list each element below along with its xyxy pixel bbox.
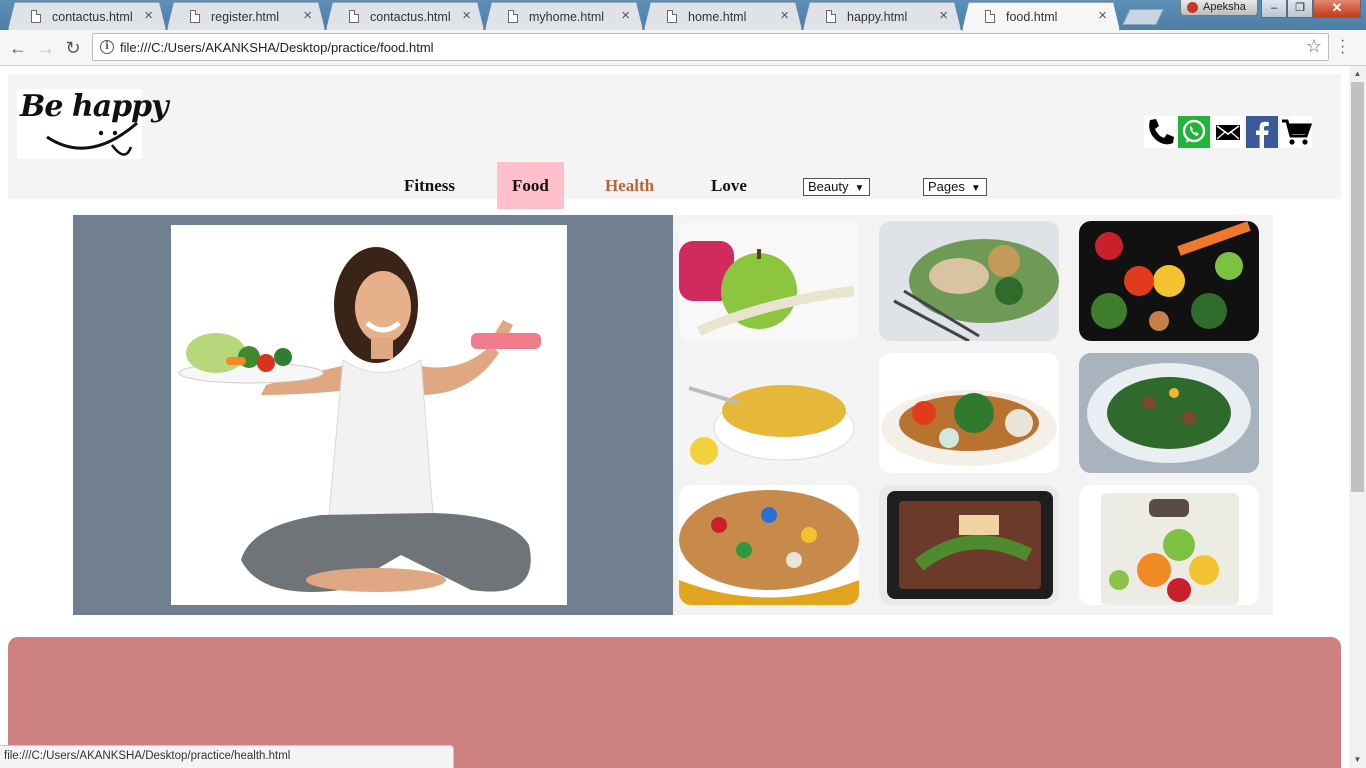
cart-icon[interactable] xyxy=(1280,116,1312,148)
tab-title: contactus.html xyxy=(370,10,451,24)
gallery-image-greens-plate[interactable] xyxy=(1079,353,1259,473)
close-window-button[interactable]: ✕ xyxy=(1313,0,1361,18)
new-tab-button[interactable] xyxy=(1122,9,1164,25)
maximize-button[interactable]: ❐ xyxy=(1287,0,1313,18)
tab-title: home.html xyxy=(688,10,747,24)
nav-fitness[interactable]: Fitness xyxy=(389,162,470,209)
file-icon xyxy=(349,10,359,23)
vegetable-soup-image xyxy=(879,353,1059,473)
scroll-up-icon[interactable]: ▲ xyxy=(1349,66,1366,82)
browser-tabstrip: contactus.html × register.html × contact… xyxy=(0,0,1366,30)
facebook-icon[interactable] xyxy=(1246,116,1278,148)
tab-close-icon[interactable]: × xyxy=(462,8,471,23)
browser-tab[interactable]: contactus.html × xyxy=(8,2,166,30)
page-viewport: Be happy Fitness Food Health Love Beauty… xyxy=(0,66,1349,768)
browser-tab[interactable]: home.html × xyxy=(644,2,802,30)
whatsapp-icon[interactable] xyxy=(1178,116,1210,148)
user-icon xyxy=(1187,2,1198,13)
file-icon xyxy=(826,10,836,23)
tab-close-icon[interactable]: × xyxy=(303,8,312,23)
bookmark-star-icon[interactable]: ☆ xyxy=(1306,36,1322,57)
file-icon xyxy=(31,10,41,23)
gallery-image-nuts-bowl[interactable] xyxy=(679,485,859,605)
beauty-dropdown[interactable]: Beauty ▼ xyxy=(803,178,871,196)
gallery-image-rice-bowl[interactable] xyxy=(679,353,859,473)
gallery-image-quinoa-box[interactable] xyxy=(879,485,1059,605)
vegetables-image xyxy=(1079,221,1259,341)
file-icon xyxy=(667,10,677,23)
nav-love[interactable]: Love xyxy=(696,162,762,209)
food-gallery xyxy=(673,215,1273,615)
tab-title: register.html xyxy=(211,10,280,24)
scroll-down-icon[interactable]: ▼ xyxy=(1349,752,1366,768)
mail-icon[interactable] xyxy=(1212,116,1244,148)
smile-icon xyxy=(46,121,138,156)
gallery-image-fruits-scale[interactable] xyxy=(1079,485,1259,605)
gallery-image-chicken-salad[interactable] xyxy=(879,221,1059,341)
reload-icon[interactable]: ↻ xyxy=(61,36,85,60)
profile-button[interactable]: Apeksha xyxy=(1180,0,1258,16)
status-bar-url: file:///C:/Users/AKANKSHA/Desktop/practi… xyxy=(0,745,454,768)
woman-with-food-and-dumbbell-image xyxy=(178,247,541,592)
gallery-image-apple-dumbbells[interactable] xyxy=(679,221,859,341)
scroll-thumb[interactable] xyxy=(1351,82,1364,492)
dropdown-arrow-icon: ▼ xyxy=(970,183,981,194)
tab-close-icon[interactable]: × xyxy=(780,8,789,23)
tab-close-icon[interactable]: × xyxy=(1098,8,1107,23)
file-icon xyxy=(508,10,518,23)
browser-tab[interactable]: happy.html × xyxy=(803,2,961,30)
minimize-button[interactable]: – xyxy=(1261,0,1287,18)
back-arrow-icon[interactable]: ← xyxy=(6,36,30,60)
browser-tab[interactable]: register.html × xyxy=(167,2,325,30)
site-logo[interactable]: Be happy xyxy=(17,89,169,159)
main-nav: Fitness Food Health Love Beauty ▼ Pages ▼ xyxy=(8,162,1341,210)
chicken-salad-image xyxy=(879,221,1059,341)
info-icon[interactable]: i xyxy=(100,40,114,54)
hero-image xyxy=(171,225,567,605)
pages-dropdown-value: Pages xyxy=(928,179,965,194)
pages-dropdown[interactable]: Pages ▼ xyxy=(923,178,987,196)
nav-food[interactable]: Food xyxy=(497,162,564,209)
beauty-dropdown-value: Beauty xyxy=(808,179,849,194)
tab-title: happy.html xyxy=(847,10,908,24)
tab-close-icon[interactable]: × xyxy=(939,8,948,23)
rice-bowl-image xyxy=(679,353,859,473)
site-header: Be happy Fitness Food Health Love Beauty… xyxy=(8,74,1341,209)
tab-title: myhome.html xyxy=(529,10,605,24)
gallery-image-vegetable-soup[interactable] xyxy=(879,353,1059,473)
gallery-image-vegetables[interactable] xyxy=(1079,221,1259,341)
page-scrollbar[interactable]: ▲ ▼ xyxy=(1349,66,1366,768)
hero-section xyxy=(73,215,673,615)
fruits-scale-image xyxy=(1079,485,1259,605)
browser-tab[interactable]: myhome.html × xyxy=(485,2,643,30)
browser-tab-active[interactable]: food.html × xyxy=(962,2,1120,31)
file-icon xyxy=(190,10,200,23)
menu-kebab-icon[interactable]: · · · xyxy=(1340,33,1346,61)
file-icon xyxy=(985,10,995,23)
browser-tab[interactable]: contactus.html × xyxy=(326,2,484,30)
nuts-bowl-image xyxy=(679,485,859,605)
phone-icon[interactable] xyxy=(1144,116,1176,148)
tab-title: contactus.html xyxy=(52,10,133,24)
tab-close-icon[interactable]: × xyxy=(144,8,153,23)
greens-plate-image xyxy=(1079,353,1259,473)
nav-health[interactable]: Health xyxy=(590,162,669,209)
address-url[interactable]: file:///C:/Users/AKANKSHA/Desktop/practi… xyxy=(120,40,434,55)
tab-close-icon[interactable]: × xyxy=(621,8,630,23)
quinoa-box-image xyxy=(879,485,1059,605)
forward-arrow-icon[interactable]: → xyxy=(34,36,58,60)
address-bar[interactable]: i file:///C:/Users/AKANKSHA/Desktop/prac… xyxy=(92,33,1329,61)
tab-title: food.html xyxy=(1006,10,1058,24)
dropdown-arrow-icon: ▼ xyxy=(854,183,865,194)
apple-dumbbells-image xyxy=(679,221,859,341)
profile-name: Apeksha xyxy=(1203,1,1246,13)
browser-toolbar: ← → ↻ i file:///C:/Users/AKANKSHA/Deskto… xyxy=(0,30,1366,66)
